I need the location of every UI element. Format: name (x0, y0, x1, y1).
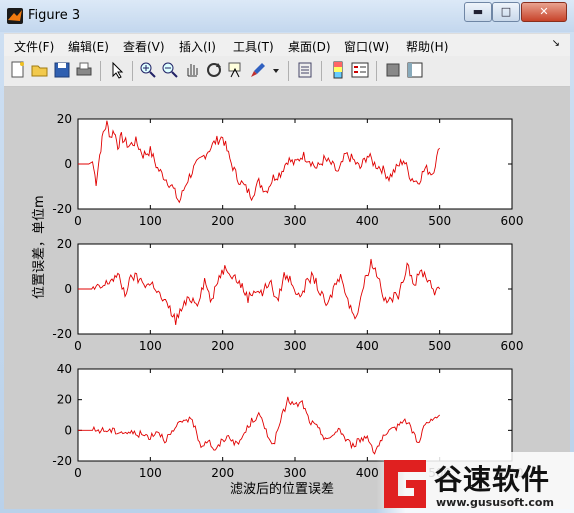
axes-box (77, 118, 513, 210)
menu-tools[interactable]: 工具(T) (233, 38, 274, 55)
hide-plot-tools-icon[interactable] (383, 60, 403, 80)
x-tick-label: 500 (428, 339, 451, 353)
x-tick-label: 100 (139, 339, 162, 353)
maximize-button[interactable]: □ (492, 2, 520, 22)
axes-box (77, 243, 513, 335)
plot-area[interactable]: 0 100 200 300 400 500 600200-200 100 200 300 400 50… (4, 87, 570, 509)
x-tick-label: 500 (428, 214, 451, 228)
window-title: Figure 3 (28, 8, 81, 23)
axes-box (77, 368, 513, 462)
y-tick-label: -20 (52, 202, 72, 216)
y-tick-label: 0 (64, 157, 72, 171)
shared-y-axis-label: 位置误差，单位m (32, 195, 47, 299)
matlab-logo-icon (7, 8, 23, 24)
figure-toolbar (4, 56, 570, 87)
x-tick-label: 0 (74, 339, 82, 353)
y-tick-label: 20 (57, 237, 72, 251)
x-tick-label: 300 (284, 214, 307, 228)
subplot-1[interactable]: 0 100 200 300 400 500 600200-20 (52, 112, 523, 228)
y-tick-label: 20 (57, 112, 72, 126)
x-tick-label: 0 (74, 466, 82, 480)
zoom-in-icon[interactable] (138, 60, 158, 80)
y-tick-label: -20 (52, 454, 72, 468)
x-tick-label: 600 (501, 339, 524, 353)
minimize-button[interactable]: ▬ (464, 2, 492, 22)
show-plot-tools-icon[interactable] (405, 60, 425, 80)
y-tick-label: 40 (57, 362, 72, 376)
watermark-url: www.gususoft.com (436, 496, 554, 509)
y-tick-label: -20 (52, 327, 72, 341)
open-icon[interactable] (30, 60, 50, 80)
watermark-text: 谷速软件 (434, 463, 551, 496)
y-tick-label: 20 (57, 393, 72, 407)
y-tick-label: 0 (64, 282, 72, 296)
menu-insert[interactable]: 插入(I) (179, 38, 216, 55)
legend-icon[interactable] (350, 60, 370, 80)
menu-window[interactable]: 窗口(W) (344, 38, 389, 55)
x-tick-label: 400 (356, 339, 379, 353)
subplot-2[interactable]: 0 100 200 300 400 500 600200-20 (52, 237, 523, 353)
new-figure-icon[interactable] (8, 60, 28, 80)
link-icon[interactable] (295, 60, 315, 80)
x-tick-label: 200 (211, 214, 234, 228)
title-bar[interactable]: Figure 3 ▬ □ ✕ (0, 0, 574, 32)
menu-desktop[interactable]: 桌面(D) (288, 38, 331, 55)
menu-bar: 文件(F) 编辑(E) 查看(V) 插入(I) 工具(T) 桌面(D) 窗口(W… (4, 33, 570, 56)
menu-help[interactable]: 帮助(H) (406, 38, 448, 55)
x-tick-label: 300 (284, 339, 307, 353)
menu-overflow-icon[interactable]: ↘ (552, 38, 560, 49)
x-tick-label: 100 (139, 214, 162, 228)
menu-view[interactable]: 查看(V) (123, 38, 165, 55)
brush-dropdown-icon[interactable] (270, 60, 282, 80)
menu-file[interactable]: 文件(F) (14, 38, 54, 55)
brush-icon[interactable] (248, 60, 268, 80)
rotate-icon[interactable] (204, 60, 224, 80)
menu-edit[interactable]: 编辑(E) (68, 38, 109, 55)
x-tick-label: 600 (501, 214, 524, 228)
figure-canvas: 0 100 200 300 400 500 600 20 0 -20 0 100 200 300 400 50… (4, 87, 570, 509)
x-tick-label: 200 (211, 339, 234, 353)
x-tick-label: 100 (139, 466, 162, 480)
print-icon[interactable] (74, 60, 94, 80)
x-tick-label: 400 (356, 214, 379, 228)
colorbar-icon[interactable] (328, 60, 348, 80)
x-tick-label: 0 (74, 214, 82, 228)
y-tick-label: 0 (64, 423, 72, 437)
save-icon[interactable] (52, 60, 72, 80)
data-cursor-icon[interactable] (226, 60, 246, 80)
close-button[interactable]: ✕ (521, 2, 567, 22)
pan-icon[interactable] (182, 60, 202, 80)
x-axis-label: 滤波后的位置误差 (230, 482, 335, 497)
pointer-icon[interactable] (107, 60, 127, 80)
zoom-out-icon[interactable] (160, 60, 180, 80)
figure-window: Figure 3 ▬ □ ✕ 文件(F) 编辑(E) 查看(V) 插入(I) 工… (0, 0, 574, 513)
watermark-logo: 谷速软件 www.gususoft.com (376, 452, 574, 513)
